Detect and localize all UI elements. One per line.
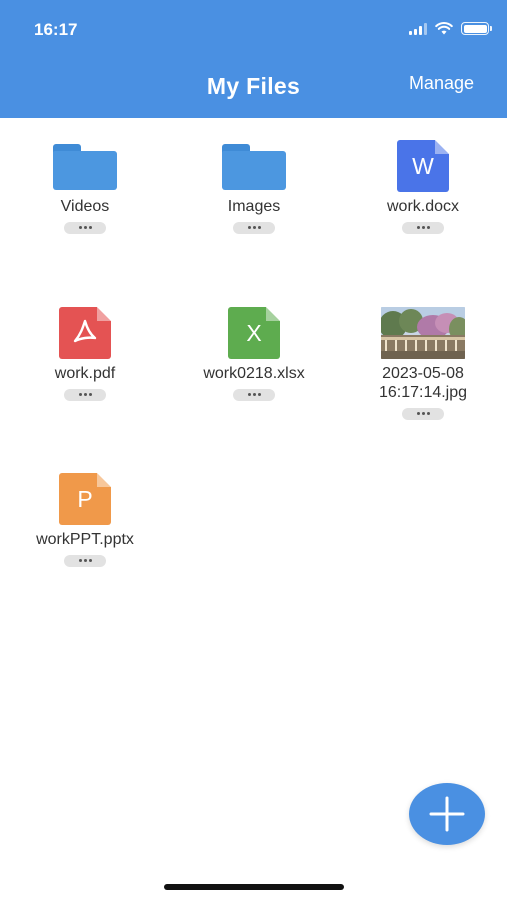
file-name: Images	[227, 198, 281, 215]
more-options-button[interactable]	[402, 221, 444, 234]
excel-document-icon: X	[228, 307, 280, 359]
file-item-workppt-pptx[interactable]: P workPPT.pptx	[10, 453, 160, 567]
folder-icon	[53, 142, 117, 192]
status-time: 16:17	[34, 20, 78, 39]
file-name: work.pdf	[54, 365, 116, 382]
file-item-photo-jpg[interactable]: 2023-05-08 16:17:14.jpg	[348, 287, 498, 420]
image-thumbnail	[381, 307, 465, 359]
home-indicator	[164, 884, 344, 890]
file-item-work-docx[interactable]: W work.docx	[348, 120, 498, 234]
more-options-button[interactable]	[64, 388, 106, 401]
wifi-icon	[435, 22, 453, 35]
file-name: work0218.xlsx	[203, 365, 305, 382]
word-document-icon: W	[397, 140, 449, 192]
file-name-line: 2023-05-08	[382, 365, 464, 382]
file-name: 2023-05-08 16:17:14.jpg	[348, 364, 498, 402]
pdf-document-icon	[59, 307, 111, 359]
more-options-button[interactable]	[233, 221, 275, 234]
file-item-work-pdf[interactable]: work.pdf	[10, 287, 160, 401]
plus-icon	[429, 796, 465, 832]
app-header: 16:17 My Files Manage	[0, 0, 507, 118]
powerpoint-document-icon: P	[59, 473, 111, 525]
file-name: work.docx	[386, 198, 460, 215]
battery-icon	[461, 22, 492, 35]
more-options-button[interactable]	[64, 221, 106, 234]
file-item-images[interactable]: Images	[179, 122, 329, 234]
file-name-line: 16:17:14.jpg	[378, 384, 468, 401]
file-item-work0218-xlsx[interactable]: X work0218.xlsx	[179, 287, 329, 401]
manage-button[interactable]: Manage	[409, 73, 474, 94]
file-item-videos[interactable]: Videos	[10, 122, 160, 234]
more-options-button[interactable]	[64, 554, 106, 567]
more-options-button[interactable]	[402, 407, 444, 420]
file-name: Videos	[60, 198, 110, 215]
add-button[interactable]	[409, 783, 485, 845]
cellular-signal-icon	[409, 22, 427, 35]
file-name: workPPT.pptx	[36, 531, 134, 548]
status-icons	[409, 22, 492, 35]
more-options-button[interactable]	[233, 388, 275, 401]
folder-icon	[222, 142, 286, 192]
